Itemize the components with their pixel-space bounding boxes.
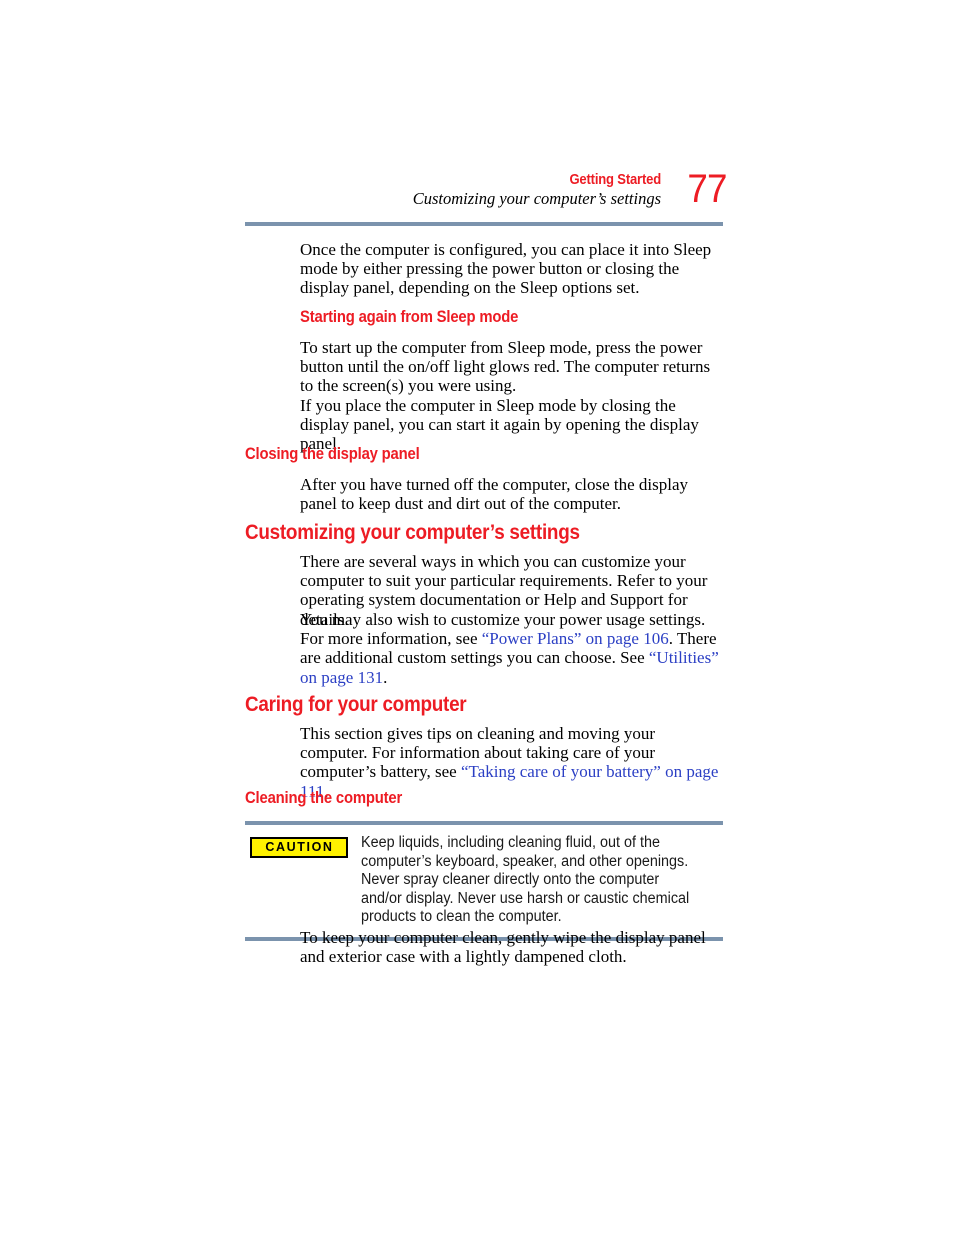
caution-note-text: Keep liquids, including cleaning fluid, …: [361, 834, 690, 926]
heading-closing-the-display-panel: Closing the display panel: [245, 445, 420, 463]
running-header-texts: Getting Started Customizing your compute…: [245, 168, 727, 210]
link-power-plans-page-106[interactable]: “Power Plans” on page 106: [482, 629, 669, 648]
paragraph-customizing-2: You may also wish to customize your powe…: [300, 610, 725, 687]
caution-note-box: CAUTION Keep liquids, including cleaning…: [245, 821, 723, 941]
header-section-title: Customizing your computer’s settings: [412, 189, 661, 208]
heading-cleaning-the-computer: Cleaning the computer: [245, 789, 403, 807]
caution-note-body: CAUTION Keep liquids, including cleaning…: [245, 825, 723, 937]
page-number: 77: [686, 167, 727, 211]
header-chapter-title: Getting Started: [569, 172, 661, 188]
paragraph-closing-panel-1: After you have turned off the computer, …: [300, 475, 688, 514]
header-divider-rule: [245, 222, 723, 226]
heading-customizing-your-computers-settings: Customizing your computer’s settings: [245, 521, 580, 544]
customizing-2-text-c: .: [383, 667, 388, 687]
paragraph-sleep-intro: Once the computer is configured, you can…: [300, 240, 712, 298]
running-header: Getting Started Customizing your compute…: [245, 168, 727, 210]
document-page: Getting Started Customizing your compute…: [0, 0, 954, 1235]
caution-badge: CAUTION: [250, 837, 348, 858]
heading-caring-for-your-computer: Caring for your computer: [245, 693, 467, 716]
heading-starting-again-from-sleep-mode: Starting again from Sleep mode: [300, 308, 519, 326]
paragraph-cleaning-1: To keep your computer clean, gently wipe…: [300, 928, 706, 967]
paragraph-starting-again-1: To start up the computer from Sleep mode…: [300, 338, 711, 396]
